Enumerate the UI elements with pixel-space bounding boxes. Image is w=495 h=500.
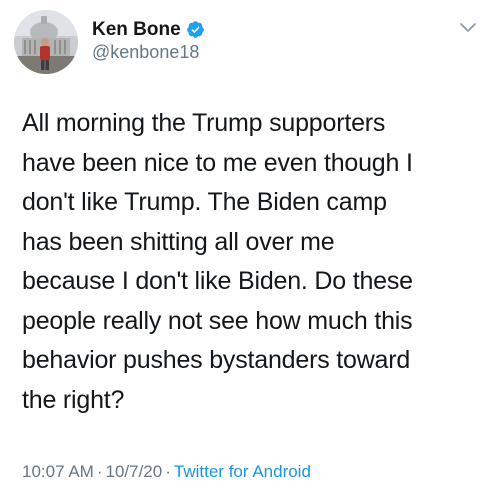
tweet-source-link[interactable]: Twitter for Android: [174, 462, 311, 481]
tweet-text-line: don't like Trump. The Biden camp: [22, 188, 387, 216]
tweet-text-line: people really not see how much this: [22, 306, 413, 335]
tweet-metadata: 10:07 AM · 10/7/20 · Twitter for Android: [22, 463, 311, 480]
tweet-text-line: have been nice to me even though I: [22, 148, 413, 177]
verified-badge-icon: [186, 20, 205, 39]
tweet-text-line: behavior pushes bystanders toward: [22, 346, 411, 374]
tweet-text-line: All morning the Trump supporters: [22, 109, 386, 137]
author-handle[interactable]: @kenbone18: [92, 43, 199, 61]
meta-separator: ·: [96, 462, 103, 481]
tweet-card: Ken Bone @kenbone18 All morning the Trum…: [0, 0, 495, 500]
tweet-text-line: because I don't like Biden. Do these: [22, 267, 413, 295]
avatar-photo: [14, 10, 78, 74]
tweet-text-line: the right?: [22, 385, 125, 414]
tweet-text: All morning the Trump supporters have be…: [22, 104, 477, 420]
tweet-text-line: has been shitting all over me: [22, 227, 335, 256]
chevron-down-icon[interactable]: [456, 18, 480, 38]
author-display-name[interactable]: Ken Bone: [92, 20, 181, 39]
avatar[interactable]: [14, 10, 78, 74]
meta-separator: ·: [165, 462, 171, 481]
author-name-row: Ken Bone: [92, 16, 205, 42]
tweet-date[interactable]: 10/7/20: [106, 462, 163, 481]
tweet-time[interactable]: 10:07 AM: [22, 462, 94, 481]
